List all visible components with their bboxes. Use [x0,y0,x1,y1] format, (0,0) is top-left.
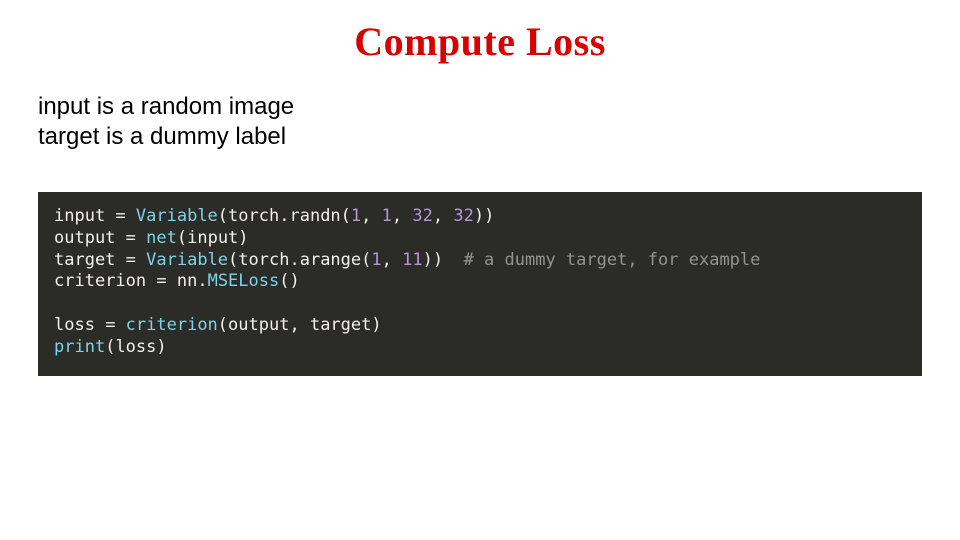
description-line-1: input is a random image [38,92,294,122]
description-block: input is a random image target is a dumm… [38,92,294,152]
description-line-2: target is a dummy label [38,122,294,152]
slide: Compute Loss input is a random image tar… [0,0,960,540]
code-block: input = Variable(torch.randn(1, 1, 32, 3… [38,192,922,376]
code-line-4: criterion = nn.MSELoss() [54,271,300,291]
code-line-7: print(loss) [54,337,167,357]
code-line-blank [54,293,64,313]
slide-title: Compute Loss [0,18,960,65]
code-line-6: loss = criterion(output, target) [54,315,382,335]
code-line-1: input = Variable(torch.randn(1, 1, 32, 3… [54,206,494,226]
code-line-3: target = Variable(torch.arange(1, 11)) #… [54,250,760,270]
code-line-2: output = net(input) [54,228,249,248]
